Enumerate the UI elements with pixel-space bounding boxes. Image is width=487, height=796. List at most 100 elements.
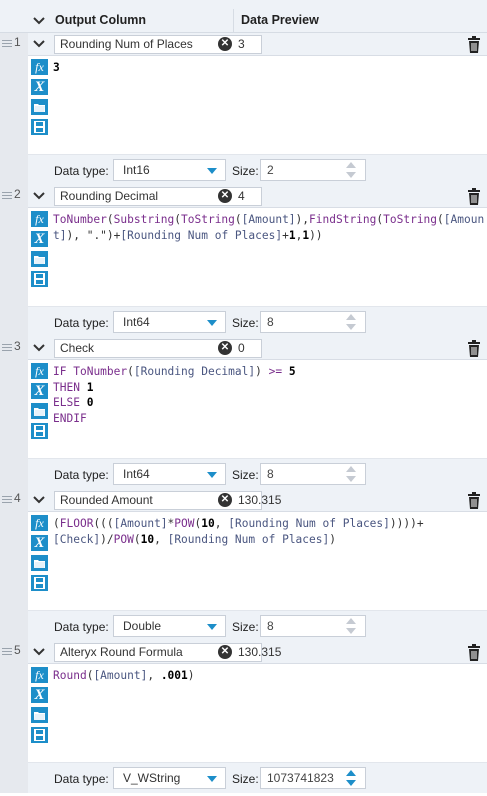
drag-handle-icon[interactable] bbox=[2, 496, 12, 505]
type-bar: Data type: Int64 Size: 8 bbox=[28, 306, 487, 337]
data-type-value: V_WString bbox=[123, 771, 181, 785]
row-number: 5 bbox=[14, 643, 21, 657]
open-folder-icon[interactable] bbox=[31, 403, 48, 419]
type-bar: Data type: Double Size: 8 bbox=[28, 610, 487, 641]
open-folder-icon[interactable] bbox=[31, 707, 48, 723]
clear-name-icon[interactable]: ✕ bbox=[218, 37, 232, 51]
open-folder-icon[interactable] bbox=[31, 99, 48, 115]
size-value: 8 bbox=[267, 619, 274, 633]
data-type-label: Data type: bbox=[54, 164, 109, 178]
data-type-value: Int64 bbox=[123, 467, 150, 481]
type-bar: Data type: Int64 Size: 8 bbox=[28, 458, 487, 489]
expression-toolbar: fx X bbox=[31, 59, 49, 139]
expression-editor[interactable]: ToNumber(Substring(ToString([Amount]),Fi… bbox=[53, 212, 485, 243]
delete-row-trash-icon[interactable] bbox=[467, 188, 481, 205]
collapse-row-chevron-icon[interactable] bbox=[30, 491, 48, 509]
dropdown-caret-icon bbox=[207, 168, 217, 174]
row-header: Check ✕ 0 bbox=[28, 337, 487, 360]
clear-name-icon[interactable]: ✕ bbox=[218, 493, 232, 507]
dropdown-caret-icon bbox=[207, 472, 217, 478]
function-fx-icon[interactable]: fx bbox=[31, 667, 48, 683]
collapse-all-chevron-icon[interactable] bbox=[30, 12, 48, 30]
collapse-row-chevron-icon[interactable] bbox=[30, 643, 48, 661]
data-preview-value: 4 bbox=[238, 189, 245, 203]
expression-editor[interactable]: IF ToNumber([Rounding Decimal]) >= 5 THE… bbox=[53, 364, 485, 426]
output-column-header: Output Column bbox=[55, 13, 146, 27]
drag-handle-icon[interactable] bbox=[2, 40, 12, 49]
collapse-row-chevron-icon[interactable] bbox=[30, 339, 48, 357]
size-spinner-icon[interactable] bbox=[337, 464, 365, 484]
clear-name-icon[interactable]: ✕ bbox=[218, 341, 232, 355]
drag-handle-icon[interactable] bbox=[2, 648, 12, 657]
size-spinner-icon[interactable] bbox=[337, 312, 365, 332]
size-input[interactable]: 8 bbox=[260, 311, 366, 333]
data-preview-value: 130.315 bbox=[238, 493, 282, 507]
row-gutter: 4 bbox=[0, 489, 28, 641]
row-gutter: 2 bbox=[0, 185, 28, 337]
row-header: Rounding Decimal ✕ 4 bbox=[28, 185, 487, 208]
expression-editor[interactable]: (FLOOR((([Amount]*POW(10, [Rounding Num … bbox=[53, 516, 485, 547]
function-fx-icon[interactable]: fx bbox=[31, 59, 48, 75]
variables-x-icon[interactable]: X bbox=[31, 383, 48, 399]
formula-row: 3 Check ✕ 0 fx X IF ToNumber([Rounding D… bbox=[0, 337, 487, 489]
formula-row: 1 Rounding Num of Places ✕ 3 fx X 3 Data bbox=[0, 33, 487, 185]
variables-x-icon[interactable]: X bbox=[31, 535, 48, 551]
variables-x-icon[interactable]: X bbox=[31, 79, 48, 95]
save-expression-icon[interactable] bbox=[31, 423, 48, 439]
row-gutter: 3 bbox=[0, 337, 28, 489]
data-preview-value: 130.315 bbox=[238, 645, 282, 659]
row-gutter: 1 bbox=[0, 33, 28, 185]
size-label: Size: bbox=[232, 468, 259, 482]
size-value: 1073741823 bbox=[267, 771, 334, 785]
formula-row: 5 Alteryx Round Formula ✕ 130.315 fx X R… bbox=[0, 641, 487, 793]
expression-editor[interactable]: 3 bbox=[53, 60, 485, 76]
expression-editor[interactable]: Round([Amount], .001) bbox=[53, 668, 485, 684]
size-input[interactable]: 8 bbox=[260, 615, 366, 637]
function-fx-icon[interactable]: fx bbox=[31, 515, 48, 531]
row-number: 3 bbox=[14, 339, 21, 353]
size-label: Size: bbox=[232, 316, 259, 330]
drag-handle-icon[interactable] bbox=[2, 192, 12, 201]
variables-x-icon[interactable]: X bbox=[31, 687, 48, 703]
drag-handle-icon[interactable] bbox=[2, 344, 12, 353]
save-expression-icon[interactable] bbox=[31, 575, 48, 591]
collapse-row-chevron-icon[interactable] bbox=[30, 187, 48, 205]
collapse-row-chevron-icon[interactable] bbox=[30, 35, 48, 53]
size-input[interactable]: 8 bbox=[260, 463, 366, 485]
size-spinner-icon[interactable] bbox=[337, 160, 365, 180]
data-preview-value: 0 bbox=[238, 341, 245, 355]
delete-row-trash-icon[interactable] bbox=[467, 644, 481, 661]
data-type-select[interactable]: Double bbox=[113, 615, 226, 637]
save-expression-icon[interactable] bbox=[31, 119, 48, 135]
type-bar: Data type: Int16 Size: 2 bbox=[28, 154, 487, 185]
clear-name-icon[interactable]: ✕ bbox=[218, 645, 232, 659]
open-folder-icon[interactable] bbox=[31, 251, 48, 267]
data-type-label: Data type: bbox=[54, 316, 109, 330]
data-type-label: Data type: bbox=[54, 620, 109, 634]
formula-row: 4 Rounded Amount ✕ 130.315 fx X (FLOOR((… bbox=[0, 489, 487, 641]
delete-row-trash-icon[interactable] bbox=[467, 340, 481, 357]
save-expression-icon[interactable] bbox=[31, 271, 48, 287]
size-spinner-icon[interactable] bbox=[337, 768, 365, 788]
size-input[interactable]: 1073741823 bbox=[260, 767, 366, 789]
data-type-select[interactable]: Int64 bbox=[113, 311, 226, 333]
expression-toolbar: fx X bbox=[31, 667, 49, 747]
data-type-select[interactable]: Int64 bbox=[113, 463, 226, 485]
size-value: 2 bbox=[267, 163, 274, 177]
delete-row-trash-icon[interactable] bbox=[467, 492, 481, 509]
size-spinner-icon[interactable] bbox=[337, 616, 365, 636]
delete-row-trash-icon[interactable] bbox=[467, 36, 481, 53]
data-type-value: Double bbox=[123, 619, 162, 633]
save-expression-icon[interactable] bbox=[31, 727, 48, 743]
function-fx-icon[interactable]: fx bbox=[31, 211, 48, 227]
clear-name-icon[interactable]: ✕ bbox=[218, 189, 232, 203]
data-type-select[interactable]: V_WString bbox=[113, 767, 226, 789]
data-type-select[interactable]: Int16 bbox=[113, 159, 226, 181]
data-type-label: Data type: bbox=[54, 468, 109, 482]
header-divider bbox=[233, 9, 234, 33]
size-input[interactable]: 2 bbox=[260, 159, 366, 181]
open-folder-icon[interactable] bbox=[31, 555, 48, 571]
data-preview-header: Data Preview bbox=[241, 13, 319, 27]
function-fx-icon[interactable]: fx bbox=[31, 363, 48, 379]
variables-x-icon[interactable]: X bbox=[31, 231, 48, 247]
